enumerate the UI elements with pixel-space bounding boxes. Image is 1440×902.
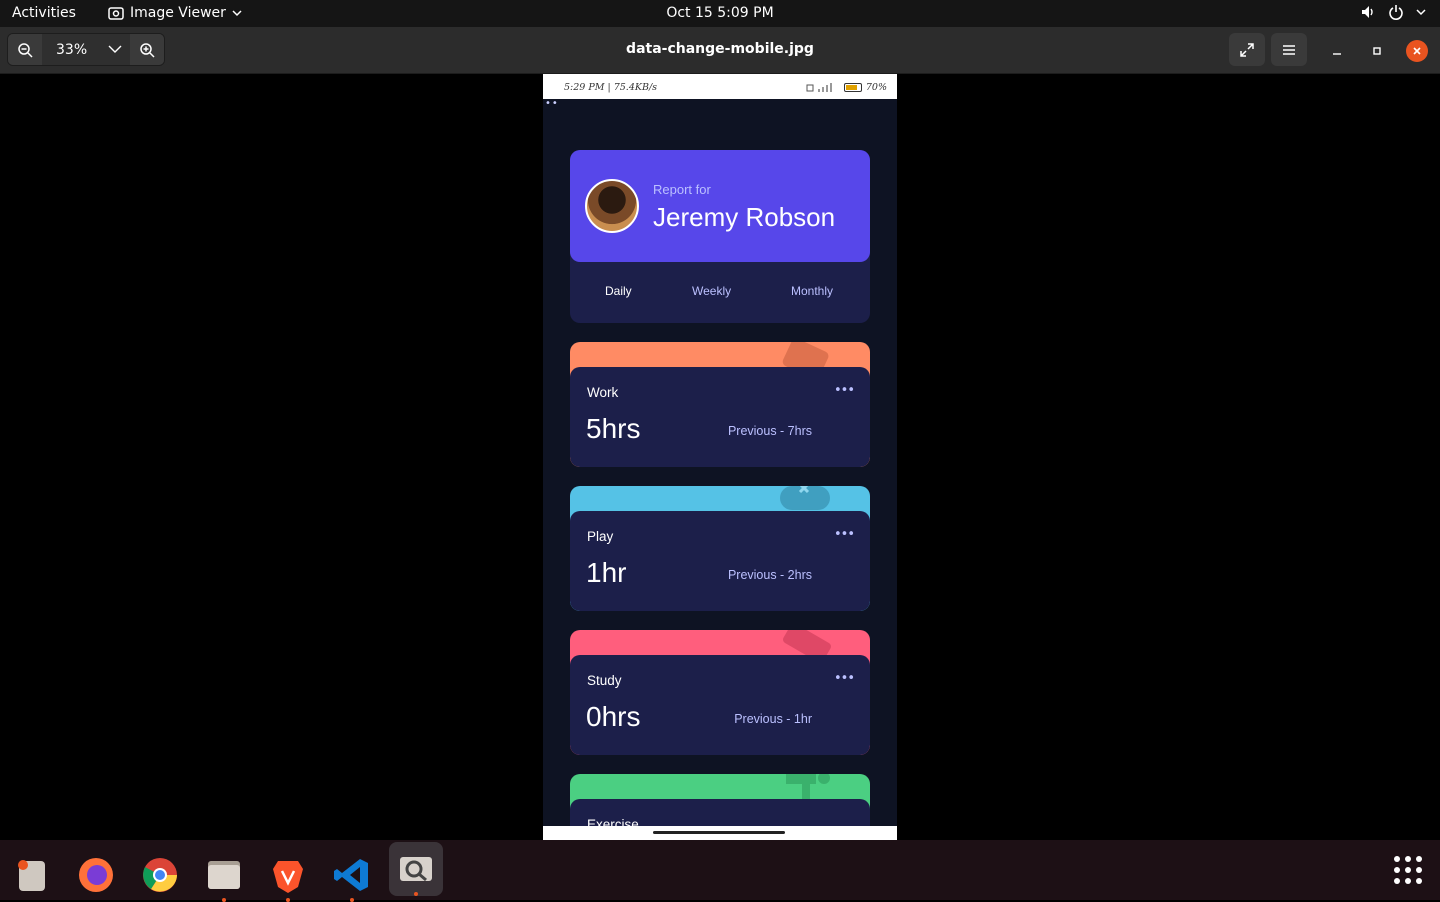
fullscreen-icon xyxy=(1240,42,1254,57)
app-menu[interactable]: Image Viewer xyxy=(108,5,242,21)
zoom-level-dropdown[interactable]: 33% xyxy=(42,34,130,65)
image-viewer-icon xyxy=(400,857,432,882)
activity-title: Work xyxy=(587,385,619,400)
avatar xyxy=(585,179,639,233)
tab-daily[interactable]: Daily xyxy=(605,284,632,298)
file-manager-icon xyxy=(208,861,240,889)
window-title: data-change-mobile.jpg xyxy=(626,41,814,57)
power-icon xyxy=(1389,5,1403,20)
show-applications-button[interactable] xyxy=(1394,856,1422,884)
dock-item-brave[interactable] xyxy=(261,848,315,902)
dock-item-image-viewer[interactable] xyxy=(389,842,443,896)
image-canvas[interactable]: 5:29 PM | 75.4KB/s 70% •• Report for Jer… xyxy=(0,74,1440,840)
activity-card-body[interactable]: Study ••• 0hrs Previous - 1hr xyxy=(570,655,870,755)
phone-status-time: 5:29 PM | 75.4KB/s xyxy=(564,82,658,93)
activities-button[interactable]: Activities xyxy=(12,5,76,21)
system-top-bar: Activities Image Viewer Oct 15 5:09 PM xyxy=(0,0,1440,27)
tab-weekly[interactable]: Weekly xyxy=(692,284,731,298)
minimize-icon xyxy=(1333,53,1341,55)
vscode-icon xyxy=(334,859,368,891)
activity-hours: 1hr xyxy=(586,557,627,588)
profile-card: Report for Jeremy Robson Daily Weekly Mo… xyxy=(570,150,870,323)
chevron-down-icon xyxy=(108,45,122,53)
dock-item-firefox[interactable] xyxy=(69,848,123,902)
activity-hours: 0hrs xyxy=(586,701,641,732)
hamburger-menu-icon xyxy=(1283,44,1295,55)
home-indicator xyxy=(653,831,785,834)
dock-item-files[interactable] xyxy=(4,848,58,902)
activity-previous: Previous - 2hrs xyxy=(727,568,812,582)
main-menu-button[interactable] xyxy=(1271,33,1307,66)
ellipsis-icon[interactable]: ••• xyxy=(834,527,855,542)
image-viewer-small-icon xyxy=(108,7,124,20)
phone-status-icons: 70% xyxy=(806,82,887,93)
timeframe-tabs: Daily Weekly Monthly xyxy=(570,262,870,323)
activity-previous: Previous - 1hr xyxy=(734,712,812,726)
maximize-button[interactable] xyxy=(1366,40,1388,62)
activity-card-body[interactable]: Play ••• 1hr Previous - 2hrs xyxy=(570,511,870,611)
close-icon xyxy=(1413,47,1421,55)
ellipsis-icon[interactable]: ••• xyxy=(834,671,855,686)
brave-icon xyxy=(273,861,303,893)
profile-header: Report for Jeremy Robson xyxy=(570,150,870,262)
fullscreen-button[interactable] xyxy=(1229,33,1265,66)
viewer-header-bar: 33% data-change-mobile.jpg xyxy=(0,27,1440,74)
dock-item-vscode[interactable] xyxy=(325,848,379,902)
app-menu-label: Image Viewer xyxy=(130,5,226,21)
clock[interactable]: Oct 15 5:09 PM xyxy=(666,5,773,21)
dock xyxy=(0,840,1440,902)
signal-icon xyxy=(806,83,832,92)
zoom-level-value: 33% xyxy=(56,41,88,58)
running-indicator xyxy=(414,892,418,896)
tab-monthly[interactable]: Monthly xyxy=(791,284,833,298)
report-for-label: Report for xyxy=(653,182,711,197)
restore-icon xyxy=(1373,47,1381,55)
zoom-controls: 33% xyxy=(7,33,165,66)
phone-gesture-bar xyxy=(543,826,897,840)
system-tray[interactable] xyxy=(1360,4,1426,20)
phone-screenshot: 5:29 PM | 75.4KB/s 70% •• Report for Jer… xyxy=(543,74,897,840)
files-icon xyxy=(18,860,45,891)
dock-item-file-manager[interactable] xyxy=(197,848,251,902)
activity-card-work: Work ••• 5hrs Previous - 7hrs xyxy=(570,342,870,467)
activity-title: Study xyxy=(587,673,622,688)
chevron-down-icon xyxy=(1416,9,1426,16)
battery-level: 70% xyxy=(865,82,887,93)
battery-icon xyxy=(843,83,862,92)
dock-item-chrome[interactable] xyxy=(133,848,187,902)
activity-card-body[interactable]: Work ••• 5hrs Previous - 7hrs xyxy=(570,367,870,467)
activity-hours: 5hrs xyxy=(586,413,641,444)
activity-card-study: Study ••• 0hrs Previous - 1hr xyxy=(570,630,870,755)
drag-handle-dots: •• xyxy=(545,98,559,109)
zoom-out-icon xyxy=(18,42,33,58)
activity-previous: Previous - 7hrs xyxy=(727,424,812,438)
running-indicator xyxy=(222,898,226,902)
chevron-down-icon xyxy=(232,10,242,17)
activity-card-play: Play ••• 1hr Previous - 2hrs xyxy=(570,486,870,611)
zoom-out-button[interactable] xyxy=(8,34,42,65)
running-indicator xyxy=(286,898,290,902)
running-indicator xyxy=(350,898,354,902)
user-name: Jeremy Robson xyxy=(653,202,836,232)
volume-icon xyxy=(1362,6,1373,18)
minimize-button[interactable] xyxy=(1326,40,1348,62)
activity-title: Play xyxy=(587,529,614,544)
ellipsis-icon[interactable]: ••• xyxy=(834,383,855,398)
firefox-icon xyxy=(79,858,113,892)
close-button[interactable] xyxy=(1406,40,1428,62)
zoom-in-icon xyxy=(140,42,155,58)
zoom-in-button[interactable] xyxy=(130,34,164,65)
phone-status-bar: 5:29 PM | 75.4KB/s 70% xyxy=(543,74,897,99)
chrome-icon xyxy=(143,858,177,892)
